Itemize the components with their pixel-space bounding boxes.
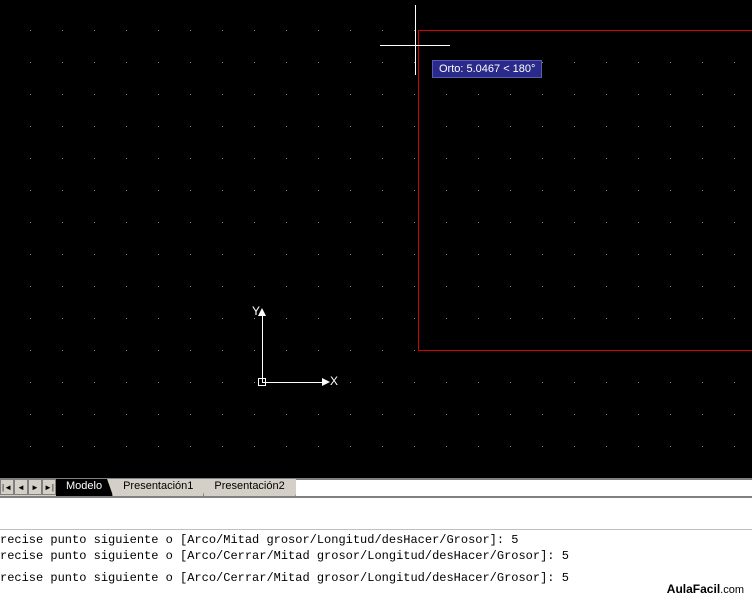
command-history-line: recise punto siguiente o [Arco/Cerrar/Mi… [0, 548, 752, 564]
tab-layout-1[interactable]: Presentación1 [113, 479, 204, 496]
polyline-segment [418, 30, 752, 31]
tab-nav-next[interactable]: ► [28, 479, 42, 495]
command-prompt-line: recise punto siguiente o [Arco/Cerrar/Mi… [0, 570, 752, 586]
command-history-line: recise punto siguiente o [Arco/Mitad gro… [0, 532, 752, 548]
command-window[interactable]: recise punto siguiente o [Arco/Mitad gro… [0, 496, 752, 599]
tooltip-text: Orto: 5.0467 < 180° [439, 63, 535, 75]
polyline-segment [418, 30, 419, 350]
ucs-x-label: X [330, 374, 338, 388]
tab-nav-last[interactable]: ►| [42, 479, 56, 495]
tab-layout-2[interactable]: Presentación2 [204, 479, 295, 496]
tab-nav-prev[interactable]: ◄ [14, 479, 28, 495]
layout-tab-strip: |◄ ◄ ► ►| Modelo Presentación1 Presentac… [0, 478, 752, 496]
dynamic-input-tooltip: Orto: 5.0467 < 180° [432, 60, 542, 78]
drawing-canvas[interactable]: Orto: 5.0467 < 180° Y X [0, 0, 752, 478]
watermark: AulaFacil.com [667, 582, 744, 596]
tab-nav-first[interactable]: |◄ [0, 479, 14, 495]
crosshair-vertical [415, 5, 416, 75]
ucs-y-label: Y [252, 304, 260, 318]
tab-model[interactable]: Modelo [56, 479, 113, 496]
polyline-segment [418, 350, 752, 351]
ucs-icon: Y X [252, 310, 342, 400]
